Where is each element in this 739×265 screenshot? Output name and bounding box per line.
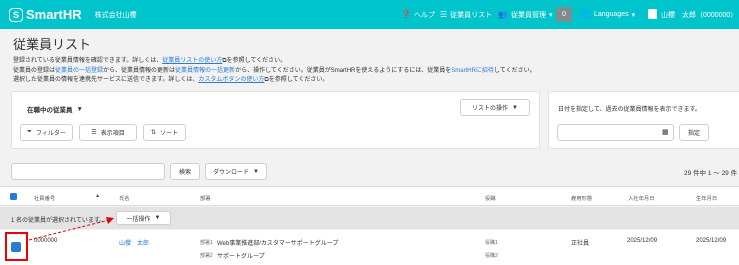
arrow-head-icon [106,217,114,224]
annotation-arrow [28,217,114,241]
arrow-line [28,219,110,241]
